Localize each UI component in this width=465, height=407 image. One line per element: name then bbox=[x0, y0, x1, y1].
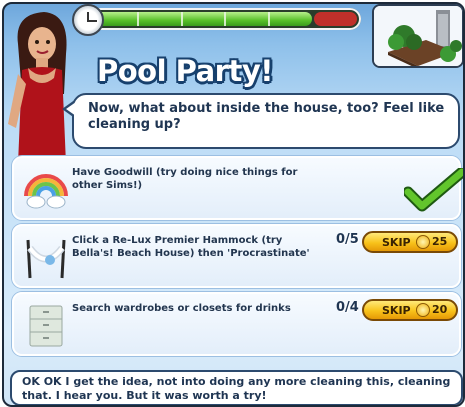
completion-message: OK OK I get the idea, not into doing any… bbox=[10, 370, 463, 405]
skip-button[interactable]: SKIP 20 bbox=[362, 299, 458, 321]
quest-title: Pool Party! bbox=[97, 54, 273, 88]
progress-segment-divider bbox=[137, 12, 139, 26]
progress-segment-divider bbox=[268, 12, 270, 26]
quest-panel: Pool Party! Now, what about inside the h… bbox=[2, 2, 465, 407]
complete-check-icon bbox=[402, 166, 463, 212]
task-row: Have Goodwill (try doing nice things for… bbox=[12, 156, 463, 220]
task-row: Click a Re-Lux Premier Hammock (try Bell… bbox=[12, 224, 461, 288]
task-row: Search wardrobes or closets for drinks 0… bbox=[12, 292, 461, 356]
reward-preview-image bbox=[372, 4, 463, 68]
wardrobe-icon bbox=[20, 298, 72, 350]
progress-segment-divider bbox=[224, 12, 226, 26]
task-count: 0/5 bbox=[336, 232, 359, 247]
task-description: Search wardrobes or closets for drinks bbox=[72, 303, 291, 314]
task-description: Click a Re-Lux Premier Hammock (try Bell… bbox=[72, 235, 310, 259]
progress-remaining bbox=[314, 12, 357, 26]
completion-text: OK OK I get the idea, not into doing any… bbox=[22, 375, 451, 402]
skip-label: SKIP bbox=[382, 236, 411, 249]
progress-segment-divider bbox=[181, 12, 183, 26]
task-description: Have Goodwill (try doing nice things for… bbox=[72, 167, 298, 191]
skip-button[interactable]: SKIP 25 bbox=[362, 231, 458, 253]
hammock-icon bbox=[20, 230, 72, 282]
speech-bubble-tail-fill bbox=[66, 102, 76, 116]
skip-label: SKIP bbox=[382, 304, 411, 317]
simcash-coin-icon bbox=[416, 235, 430, 249]
progress-fill bbox=[93, 12, 312, 26]
quest-progress-bar bbox=[77, 8, 361, 30]
skip-cost: 20 bbox=[432, 303, 448, 316]
simcash-coin-icon bbox=[416, 303, 430, 317]
skip-cost: 25 bbox=[432, 235, 448, 248]
task-count: 0/4 bbox=[336, 300, 359, 315]
speech-bubble: Now, what about inside the house, too? F… bbox=[72, 93, 460, 149]
goodwill-rainbow-icon bbox=[20, 162, 72, 214]
dialog-text: Now, what about inside the house, too? F… bbox=[88, 101, 445, 132]
